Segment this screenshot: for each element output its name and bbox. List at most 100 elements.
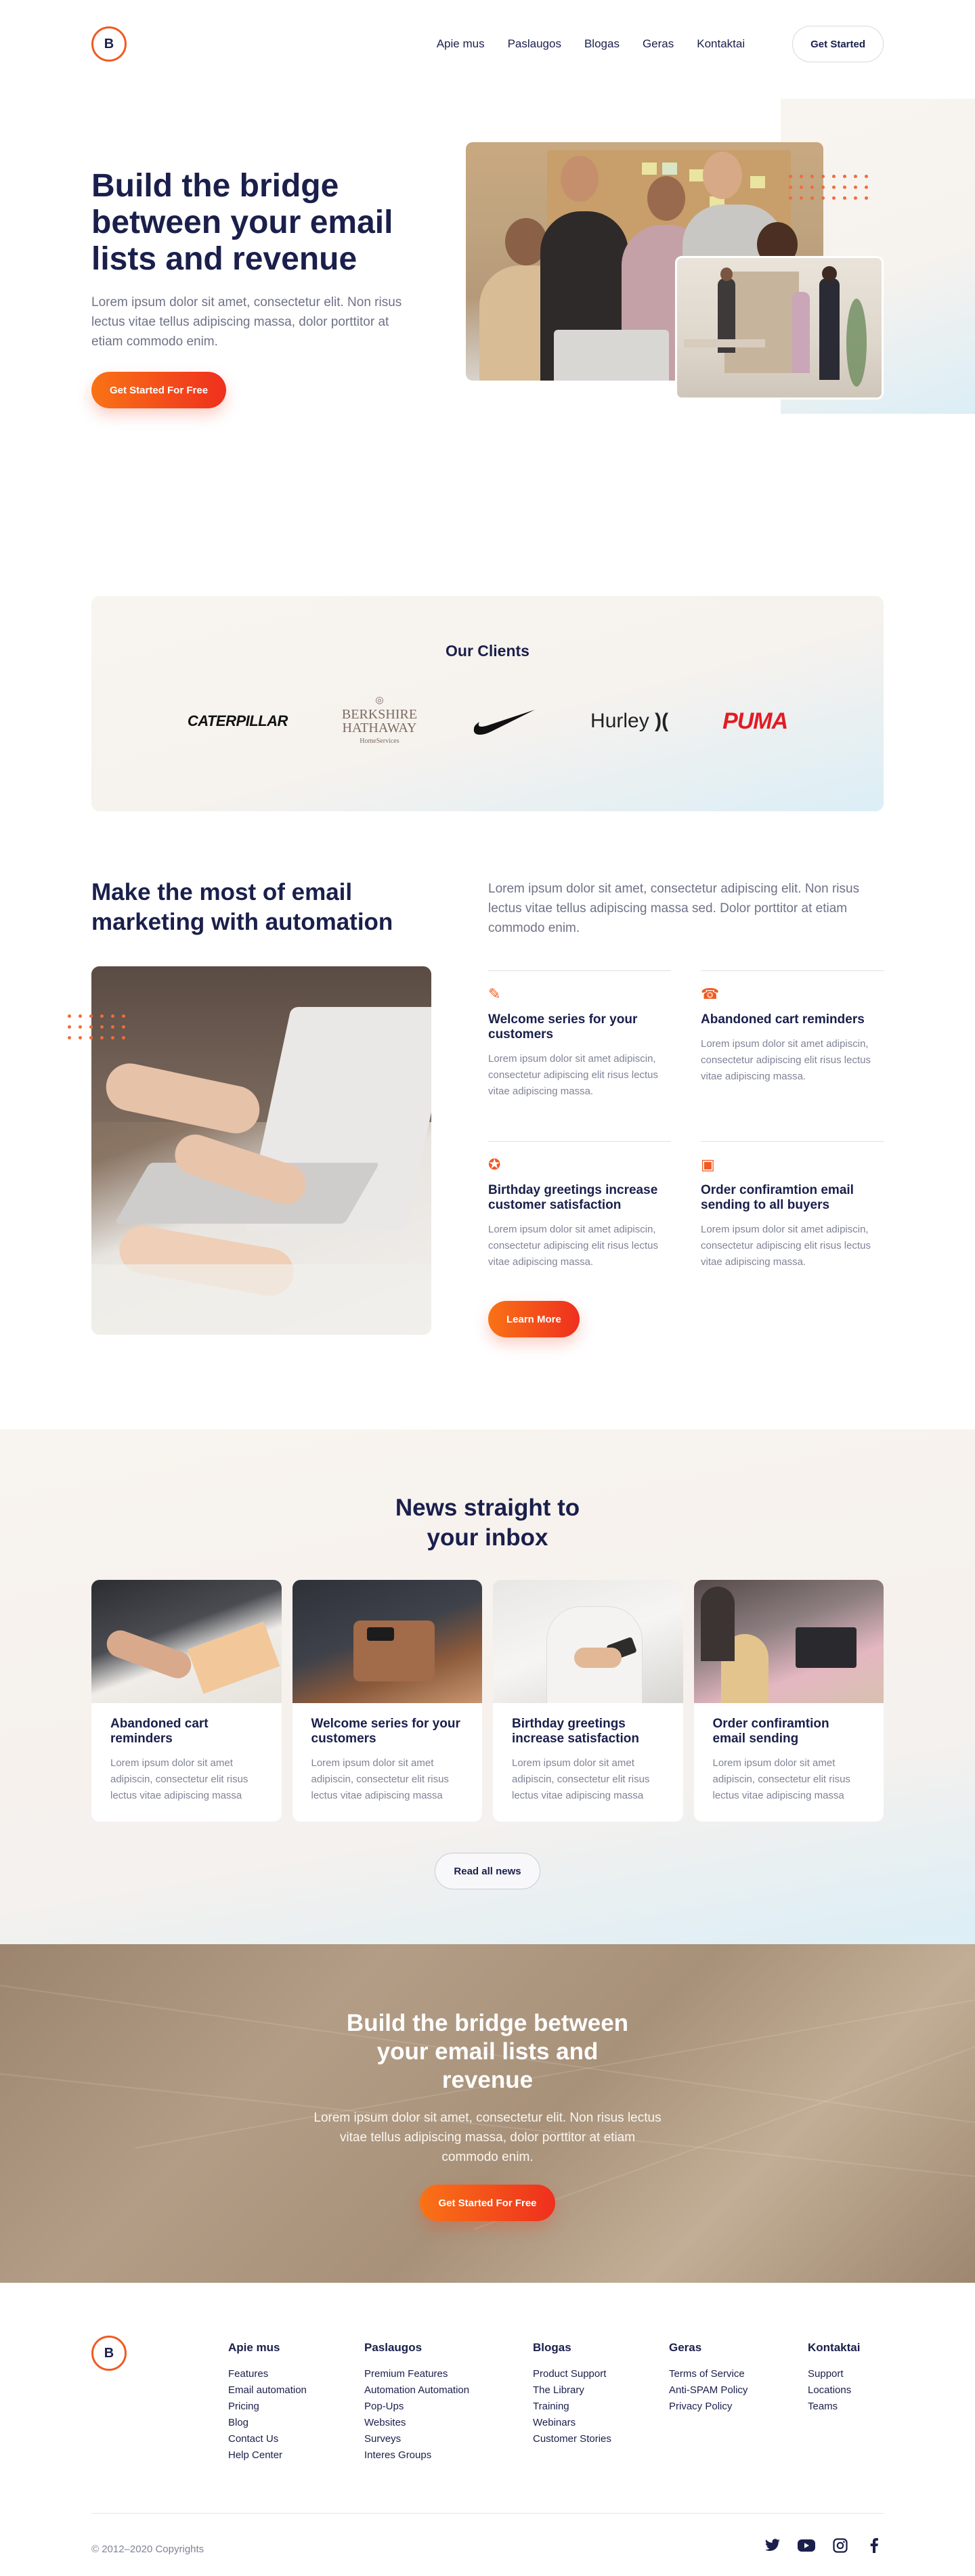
footer-link[interactable]: Surveys — [364, 2431, 469, 2447]
footer-col-geras: Geras Terms of Service Anti-SPAM Policy … — [669, 2341, 748, 2415]
feature-order-confirmation: ▣ Order confiramtion email sending to al… — [701, 1141, 884, 1270]
berkshire-hathaway-logo: ◎ BERKSHIRE HATHAWAY HomeServices — [342, 694, 417, 748]
automation-section: Make the most of email marketing with au… — [68, 811, 884, 1430]
hero-description: Lorem ipsum dolor sit amet, consectetur … — [91, 295, 402, 349]
footer-link[interactable]: Pop-Ups — [364, 2399, 469, 2415]
news-card-title: Abandoned cart reminders — [110, 1717, 209, 1746]
news-title-text: News straight to your inbox — [395, 1495, 580, 1551]
logo-letter: B — [104, 36, 114, 51]
berkshire-line-1: BERKSHIRE — [341, 707, 418, 722]
nav-item-paslaugos[interactable]: Paslaugos — [508, 37, 561, 51]
footer-link[interactable]: Contact Us — [228, 2431, 307, 2447]
news-section: News straight to your inbox Abandoned ca… — [0, 1430, 975, 1944]
footer-link[interactable]: Customer Stories — [533, 2431, 611, 2447]
read-all-news-button[interactable]: Read all news — [435, 1853, 540, 1889]
hurley-logo-text: Hurley — [590, 710, 649, 732]
feature-welcome-series: ✎ Welcome series for your customers Lore… — [488, 970, 671, 1100]
berkshire-line-3: HomeServices — [360, 737, 399, 745]
header-get-started-button[interactable]: Get Started — [792, 26, 884, 62]
footer-link[interactable]: Terms of Service — [669, 2366, 748, 2382]
social-links — [763, 2536, 884, 2555]
news-card-text: Lorem ipsum dolor sit amet adipiscin, co… — [311, 1757, 449, 1801]
news-card[interactable]: Order confiramtion email sending Lorem i… — [693, 1580, 884, 1822]
nav-item-geras[interactable]: Geras — [643, 37, 674, 51]
footer-link[interactable]: Training — [533, 2399, 611, 2415]
news-card-title: Order confiramtion email sending — [712, 1717, 829, 1746]
nav-item-kontaktai[interactable]: Kontaktai — [697, 37, 745, 51]
footer-col-kontaktai: Kontaktai Support Locations Teams — [808, 2341, 860, 2415]
clients-section: Our Clients CATERPILLAR ◎ BERKSHIRE HATH… — [91, 596, 884, 811]
footer-link[interactable]: Email automation — [228, 2382, 307, 2399]
office-photo — [675, 256, 884, 400]
footer-link[interactable]: Websites — [364, 2415, 469, 2431]
feature-title: Birthday greetings increase customer sat… — [488, 1183, 658, 1212]
logo-letter: B — [104, 2345, 114, 2361]
footer-link[interactable]: Features — [228, 2366, 307, 2382]
feature-abandoned-cart: ☎ Abandoned cart reminders Lorem ipsum d… — [701, 970, 884, 1085]
laptop-photo — [91, 966, 431, 1335]
feature-birthday-greetings: ✪ Birthday greetings increase customer s… — [488, 1141, 671, 1270]
footer-link[interactable]: Locations — [808, 2382, 860, 2399]
footer-col-title: Blogas — [533, 2341, 571, 2354]
phone-icon: ☎ — [701, 985, 720, 1002]
footer-link[interactable]: Teams — [808, 2399, 860, 2415]
news-card-text: Lorem ipsum dolor sit amet adipiscin, co… — [110, 1757, 248, 1801]
facebook-icon[interactable] — [865, 2536, 884, 2555]
news-card-image — [292, 1580, 482, 1703]
footer-link[interactable]: Product Support — [533, 2366, 611, 2382]
clients-title: Our Clients — [446, 642, 529, 660]
footer-col-title: Paslaugos — [364, 2341, 422, 2354]
instagram-icon[interactable] — [831, 2536, 850, 2555]
save-icon: ▣ — [701, 1156, 715, 1173]
nav-item-blogas[interactable]: Blogas — [584, 37, 620, 51]
footer-link[interactable]: The Library — [533, 2382, 611, 2399]
twitter-icon[interactable] — [763, 2536, 782, 2555]
footer-col-blogas: Blogas Product Support The Library Train… — [533, 2341, 611, 2447]
footer-link[interactable]: Privacy Policy — [669, 2399, 748, 2415]
footer-col-apie-mus: Apie mus Features Email automation Prici… — [228, 2341, 307, 2464]
youtube-icon[interactable] — [797, 2536, 816, 2555]
footer-col-paslaugos: Paslaugos Premium Features Automation Au… — [364, 2341, 469, 2464]
news-card[interactable]: Birthday greetings increase satisfaction… — [493, 1580, 683, 1822]
footer-link[interactable]: Support — [808, 2366, 860, 2382]
news-card-image — [693, 1580, 884, 1703]
news-card[interactable]: Welcome series for your customers Lorem … — [292, 1580, 482, 1822]
automation-title: Make the most of email marketing with au… — [91, 879, 393, 935]
puma-logo: PUMA — [722, 708, 788, 734]
site-footer: B Apie mus Features Email automation Pri… — [91, 2283, 884, 2576]
footer-link[interactable]: Blog — [228, 2415, 307, 2431]
nav-item-apie-mus[interactable]: Apie mus — [437, 37, 485, 51]
footer-link[interactable]: Pricing — [228, 2399, 307, 2415]
feature-text: Lorem ipsum dolor sit amet adipiscin, co… — [701, 1224, 871, 1268]
automation-description: Lorem ipsum dolor sit amet, consectetur … — [488, 882, 860, 935]
feature-text: Lorem ipsum dolor sit amet adipiscin, co… — [701, 1038, 871, 1082]
feature-title: Welcome series for your customers — [488, 1012, 638, 1042]
hero-title: Build the bridge between your email list… — [91, 168, 393, 277]
news-card-image — [91, 1580, 282, 1703]
footer-link[interactable]: Interes Groups — [364, 2447, 469, 2464]
cta-get-started-button[interactable]: Get Started For Free — [420, 2185, 555, 2221]
footer-divider — [91, 2513, 884, 2514]
caterpillar-logo: CATERPILLAR — [187, 712, 288, 729]
feature-text: Lorem ipsum dolor sit amet adipiscin, co… — [488, 1224, 658, 1268]
footer-link[interactable]: Premium Features — [364, 2366, 469, 2382]
brand-logo[interactable]: B — [91, 26, 127, 62]
footer-link[interactable]: Help Center — [228, 2447, 307, 2464]
cta-section: Build the bridge between your email list… — [0, 1944, 975, 2283]
automation-dot-pattern — [68, 1014, 125, 1039]
news-grid: Abandoned cart reminders Lorem ipsum dol… — [91, 1580, 884, 1822]
hero-dot-pattern — [789, 175, 868, 200]
footer-link[interactable]: Automation Automation — [364, 2382, 469, 2399]
site-header: B Apie mus Paslaugos Blogas Geras Kontak… — [0, 0, 975, 88]
news-card-title: Birthday greetings increase satisfaction — [512, 1717, 639, 1746]
news-card[interactable]: Abandoned cart reminders Lorem ipsum dol… — [91, 1580, 282, 1822]
footer-link[interactable]: Anti-SPAM Policy — [669, 2382, 748, 2399]
footer-link[interactable]: Webinars — [533, 2415, 611, 2431]
main-nav: Apie mus Paslaugos Blogas Geras Kontakta… — [437, 37, 745, 51]
learn-more-button[interactable]: Learn More — [488, 1301, 580, 1337]
footer-brand-logo[interactable]: B — [91, 2336, 127, 2371]
cta-title: Build the bridge between your email list… — [346, 2010, 629, 2093]
news-card-text: Lorem ipsum dolor sit amet adipiscin, co… — [712, 1757, 850, 1801]
hero-get-started-button[interactable]: Get Started For Free — [91, 372, 227, 408]
feature-title: Abandoned cart reminders — [701, 1012, 865, 1027]
